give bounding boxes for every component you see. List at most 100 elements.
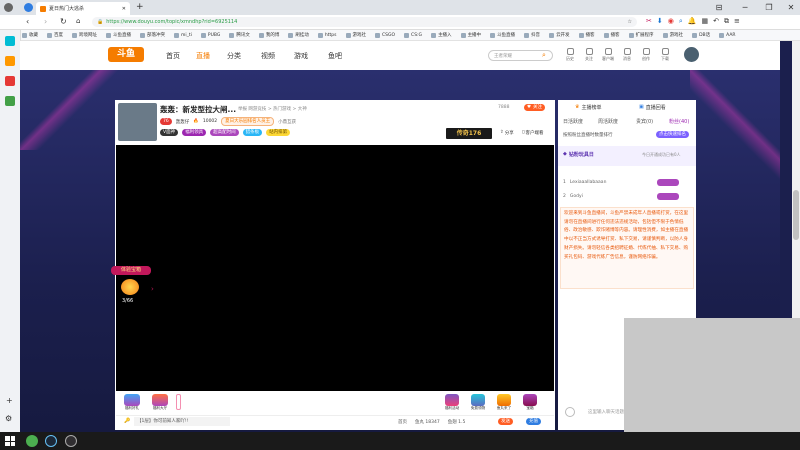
bookmark-item[interactable]: https xyxy=(317,32,337,38)
user-avatar[interactable] xyxy=(684,47,699,62)
bookmark-item[interactable]: 抖音 xyxy=(524,32,540,38)
nav-yuba[interactable]: 鱼吧 xyxy=(328,51,342,61)
side-top-tab[interactable]: ♛ 主播榜单 xyxy=(575,104,602,111)
side-sub-tab[interactable]: 贵宾(0) xyxy=(636,118,653,125)
bookmark-star-icon[interactable]: ☆ xyxy=(628,19,632,25)
gift-more-button[interactable] xyxy=(176,394,181,410)
bookmark-item[interactable]: 我的博 xyxy=(258,32,279,38)
taskbar-obs-icon[interactable] xyxy=(65,435,77,447)
create-icon[interactable]: 创作 xyxy=(640,48,652,62)
nav-home[interactable]: 首页 xyxy=(166,51,180,61)
bookmark-item[interactable]: 主播中 xyxy=(460,32,481,38)
bookmark-item[interactable]: 腾讯文 xyxy=(229,32,250,38)
bookmark-item[interactable]: 游戏社 xyxy=(662,32,683,38)
rank-button[interactable]: 点击快速排名 xyxy=(656,131,689,138)
bookmark-item[interactable]: 游戏社 xyxy=(345,32,366,38)
extension-icons[interactable]: ✂ ⬇ ◉ ⌕ 🔔 ▦ ↶ ⧉ ≡ xyxy=(646,17,740,26)
gift-item[interactable]: 福利好礼 xyxy=(120,394,144,411)
stat-item[interactable]: 首页 xyxy=(398,419,407,425)
download-app-icon[interactable]: 下载 xyxy=(659,48,671,62)
windows-start-icon[interactable] xyxy=(5,436,15,446)
tag-item[interactable]: 站内排第 xyxy=(266,129,291,136)
tab-list-icon[interactable] xyxy=(24,3,33,12)
sidebar-app-icon[interactable] xyxy=(5,36,15,46)
back-button[interactable]: ‹ xyxy=(26,17,29,26)
side-sub-tab[interactable]: 日活跃度 xyxy=(563,118,583,125)
undo-icon[interactable]: ↶ xyxy=(713,17,719,26)
bookmark-item[interactable]: 刷挂动 xyxy=(288,32,309,38)
douyu-logo[interactable]: 斗鱼 xyxy=(108,47,144,62)
gift-item[interactable]: 鱼丸来了 xyxy=(493,394,515,411)
reload-button[interactable]: ↻ xyxy=(60,17,67,26)
bookmark-item[interactable]: CSGO xyxy=(375,32,395,38)
nav-game[interactable]: 游戏 xyxy=(294,51,308,61)
send-button[interactable]: 发送 xyxy=(498,418,513,425)
message-icon[interactable]: 消息 xyxy=(621,48,633,62)
video-player[interactable] xyxy=(116,145,554,391)
bookmark-item[interactable]: CS:G xyxy=(404,32,422,38)
game-icon[interactable]: ◉ xyxy=(668,17,674,26)
client-icon[interactable]: 客户端 xyxy=(602,48,614,62)
puzzle-icon[interactable]: ⧉ xyxy=(724,17,729,26)
search-icon[interactable]: ⌕ xyxy=(542,51,546,60)
bookmark-item[interactable]: 播客 xyxy=(603,32,620,38)
forward-button[interactable]: › xyxy=(44,17,47,26)
share-button[interactable]: ⇪ 分享 xyxy=(500,130,514,136)
chevron-right-icon[interactable]: › xyxy=(151,285,154,293)
bookmark-item[interactable]: 跨境网址 xyxy=(72,32,97,38)
danmu-input[interactable]: 【1层】你可前知人家吖!! xyxy=(134,417,230,426)
user-row[interactable]: 2 Godyi xyxy=(563,194,583,199)
bookmark-item[interactable]: 斗鱼直播 xyxy=(106,32,131,38)
treasure-box-widget[interactable]: 体验宝箱 3/66 › xyxy=(111,266,154,308)
search-tool-icon[interactable]: ⌕ xyxy=(679,17,683,26)
room-badge[interactable]: 传奇176 xyxy=(446,128,492,139)
recharge-button[interactable]: 充值 xyxy=(526,418,541,425)
chat-input[interactable]: 这里输入聊天话题 xyxy=(588,407,626,418)
grid-icon[interactable]: ▦ xyxy=(702,17,709,26)
bookmark-item[interactable]: AAR xyxy=(719,32,736,38)
tag-item[interactable]: V面神 xyxy=(160,129,179,136)
download-icon[interactable]: ⬇ xyxy=(657,17,663,26)
taskbar-steam-icon[interactable] xyxy=(45,435,57,447)
close-window-button[interactable]: ✕ xyxy=(784,2,798,13)
user-row[interactable]: 1 Lexiaaallabaaan xyxy=(563,180,606,185)
tab-close-icon[interactable]: ✕ xyxy=(122,6,126,12)
maximize-button[interactable]: ❐ xyxy=(762,2,776,13)
tag-item[interactable]: 猎条板 xyxy=(242,129,263,136)
window-menu-button[interactable]: ⊟ xyxy=(712,2,726,13)
bookmark-item[interactable]: 百度 xyxy=(47,32,63,38)
gift-item[interactable]: 福利活动 xyxy=(441,394,463,411)
sidebar-settings-icon[interactable]: ⚙ xyxy=(5,414,12,423)
browser-tab[interactable]: 夏日热门大逃杀 ✕ xyxy=(36,2,130,15)
bookmark-item[interactable]: 部落冲突 xyxy=(140,32,165,38)
nav-category[interactable]: 分类 xyxy=(227,51,241,61)
nav-video[interactable]: 视频 xyxy=(261,51,275,61)
side-sub-tab[interactable]: 粉丝(40) xyxy=(669,118,689,125)
minimize-button[interactable]: ─ xyxy=(738,2,752,13)
bookmark-item[interactable]: 收藏 xyxy=(22,32,38,38)
history-icon[interactable]: 历史 xyxy=(564,48,576,62)
bookmark-item[interactable]: 播客 xyxy=(578,32,595,38)
home-button[interactable]: ⌂ xyxy=(76,17,80,25)
browser-avatar[interactable] xyxy=(4,3,13,12)
follow-button[interactable]: ♥ 关注 xyxy=(524,104,546,111)
bookmark-item[interactable]: DB话 xyxy=(692,32,710,38)
url-field[interactable]: 🔒 https://www.douyu.com/topic/xmndhp?rid… xyxy=(92,17,637,27)
sidebar-app-icon[interactable] xyxy=(5,56,15,66)
bookmark-item[interactable]: 云开发 xyxy=(549,32,570,38)
bookmark-item[interactable]: 斗鱼直播 xyxy=(490,32,515,38)
emoji-icon[interactable] xyxy=(565,407,575,417)
bookmark-item[interactable]: 主播入 xyxy=(431,32,452,38)
sidebar-app-icon[interactable] xyxy=(5,76,15,86)
room-breadcrumb[interactable]: 举报 网游竞技 > 热门游戏 > 大神 xyxy=(238,106,307,112)
cut-icon[interactable]: ✂ xyxy=(646,17,652,26)
gift-item[interactable]: 福利大厅 xyxy=(148,394,172,411)
side-sub-tab[interactable]: 周活跃度 xyxy=(598,118,618,125)
side-top-tab[interactable]: ▣ 直播回看 xyxy=(639,104,666,111)
gift-item[interactable]: 宝箱 xyxy=(519,394,541,411)
menu-icon[interactable]: ≡ xyxy=(734,17,740,26)
gift-item[interactable]: 免费领物 xyxy=(467,394,489,411)
nav-live[interactable]: 直播 xyxy=(196,51,210,61)
client-watch-button[interactable]: ▯ 客户端看 xyxy=(522,130,543,136)
taskbar-browser-icon[interactable] xyxy=(26,435,38,447)
